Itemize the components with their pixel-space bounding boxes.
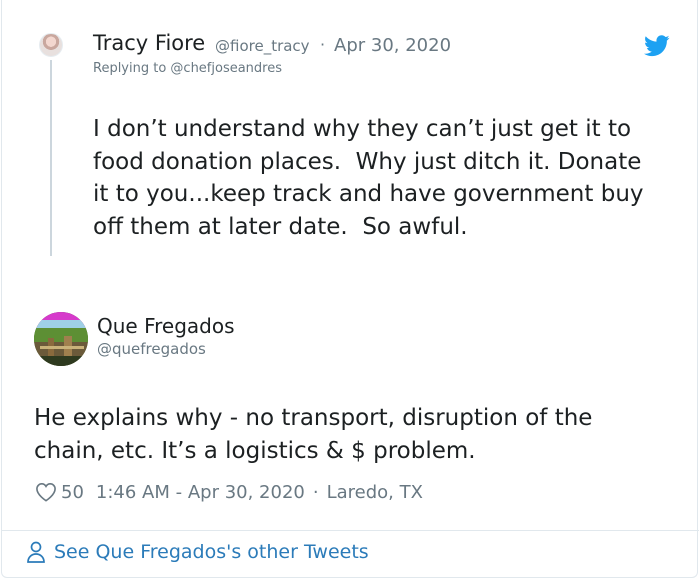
parent-text-line: off them at later date. So awful.: [93, 213, 468, 240]
tweet-timestamp[interactable]: 1:46 AM - Apr 30, 2020: [96, 482, 305, 503]
main-text-line: He explains why - no transport, disrupti…: [34, 405, 593, 431]
like-count[interactable]: 50: [61, 482, 84, 503]
thread-connector-line: [50, 60, 52, 256]
person-icon: [27, 541, 45, 563]
heart-icon[interactable]: [35, 482, 57, 502]
parent-author-name[interactable]: Tracy Fiore: [93, 31, 205, 55]
meta-separator-dot: ·: [312, 481, 319, 503]
parent-text-line: I don’t understand why they can’t just g…: [93, 116, 632, 142]
parent-tweet-text: I don’t understand why they can’t just g…: [93, 113, 683, 243]
see-other-tweets-label[interactable]: See Que Fregados's other Tweets: [54, 541, 369, 563]
parent-text-line: it to you...keep track and have governme…: [93, 181, 644, 207]
parent-text-line: food donation places. Why just ditch it.…: [93, 148, 642, 175]
parent-author-handle[interactable]: @fiore_tracy: [215, 37, 310, 55]
main-author-name[interactable]: Que Fregados: [97, 314, 235, 338]
main-avatar[interactable]: [34, 312, 88, 366]
parent-date[interactable]: Apr 30, 2020: [334, 35, 451, 56]
embedded-tweet-card: Tracy Fiore @fiore_tracy · Apr 30, 2020 …: [1, 0, 699, 578]
footer-divider: [2, 530, 699, 531]
see-other-tweets-link[interactable]: See Que Fregados's other Tweets: [26, 541, 369, 563]
main-author-handle[interactable]: @quefregados: [97, 340, 206, 358]
parent-separator-dot: ·: [320, 35, 326, 54]
twitter-bird-icon[interactable]: [644, 35, 670, 57]
parent-avatar[interactable]: [39, 33, 63, 57]
tweet-meta-row: 50 1:46 AM - Apr 30, 2020 · Laredo, TX: [35, 480, 423, 504]
avatar-image: [34, 312, 88, 366]
replying-to-text[interactable]: Replying to @chefjoseandres: [93, 61, 282, 76]
main-text-line: chain, etc. It’s a logistics & $ problem…: [34, 438, 476, 464]
tweet-location[interactable]: Laredo, TX: [327, 482, 423, 503]
main-tweet-text: He explains why - no transport, disrupti…: [34, 402, 674, 468]
